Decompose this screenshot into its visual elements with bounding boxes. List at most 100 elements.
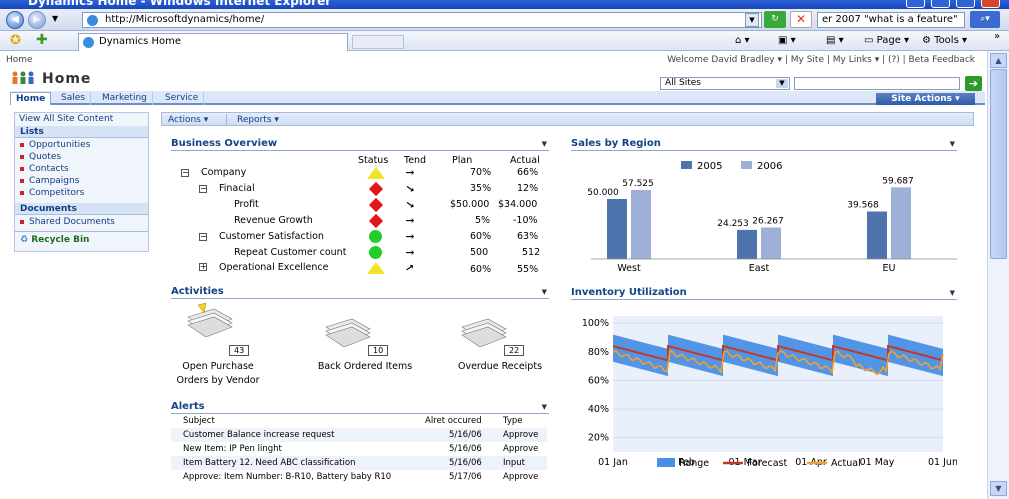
list-item-shared-documents[interactable]: Shared Documents [20, 217, 115, 227]
y-tick-label: 80% [588, 347, 609, 358]
y-tick-label: 20% [588, 433, 609, 444]
page-menu[interactable]: ▭ Page ▾ [864, 35, 909, 46]
collapse-icon[interactable]: − [181, 169, 189, 177]
scroll-up-icon[interactable]: ▲ [990, 53, 1007, 68]
url-field[interactable]: http://Microsoftdynamics/home/ [82, 12, 762, 28]
site-search-input[interactable] [794, 77, 960, 90]
webpart-menu-icon[interactable]: ▼ [542, 401, 547, 413]
view-all-site-content-link[interactable]: View All Site Content [19, 114, 113, 124]
search-go-icon[interactable]: ➔ [965, 76, 982, 91]
add-favorite-icon[interactable]: ✚ [36, 32, 48, 48]
table-row[interactable]: Approve: Item Number: B-R10, Battery bab… [171, 470, 547, 484]
chevron-down-icon[interactable]: ▼ [776, 79, 788, 88]
print-icon[interactable]: ▤ ▾ [826, 35, 844, 46]
alert-type: Approve [503, 472, 539, 482]
table-row[interactable]: Customer Balance increase request 5/16/0… [171, 428, 547, 442]
forward-icon[interactable]: ▶ [28, 11, 46, 29]
kpi-actual: -10% [513, 215, 538, 226]
top-links-row: Home Welcome David Bradley ▾ | My Site |… [0, 51, 987, 68]
minimize-button[interactable] [906, 0, 925, 8]
search-go-icon[interactable]: ⌕▾ [970, 11, 1000, 28]
browser-search-input[interactable]: er 2007 "what is a feature" [817, 12, 965, 28]
sales-by-region-title: Sales by Region ▼ [571, 138, 957, 151]
divider [15, 231, 148, 232]
ie-tab-icon [83, 37, 94, 48]
breadcrumb[interactable]: Home [6, 55, 33, 65]
tab-service[interactable]: Service [160, 92, 205, 105]
webpart-menu-icon[interactable]: ▼ [950, 138, 955, 150]
scroll-thumb[interactable] [990, 69, 1007, 259]
welcome-menu[interactable]: Welcome David Bradley ▾ | My Site | My L… [667, 55, 975, 65]
feeds-icon[interactable]: ▣ ▾ [778, 35, 796, 46]
actions-menu[interactable]: Actions ▾ [168, 114, 208, 126]
close-button[interactable] [981, 0, 1000, 8]
more-commands-icon[interactable]: » [994, 31, 1000, 42]
x-tick-label: East [749, 263, 770, 274]
quick-launch: View All Site Content Lists Opportunitie… [14, 112, 149, 252]
stop-icon[interactable]: ✕ [790, 11, 812, 28]
sharepoint-page: Home Welcome David Bradley ▾ | My Site |… [0, 51, 987, 499]
alert-date: 5/17/06 [449, 472, 482, 482]
data-label: 59.687 [882, 176, 914, 186]
reports-menu[interactable]: Reports ▾ [226, 114, 279, 126]
data-label: 24.253 [717, 219, 749, 229]
list-item-contacts[interactable]: Contacts [20, 164, 69, 174]
url-dropdown-icon[interactable]: ▼ [745, 13, 759, 27]
search-scope-select[interactable]: All Sites ▼ [660, 77, 790, 90]
top-nav-bar: Home Sales Marketing Service [10, 91, 985, 105]
scroll-down-icon[interactable]: ▼ [990, 481, 1007, 496]
list-item-campaigns[interactable]: Campaigns [20, 176, 79, 186]
actual-column-header: Actual [510, 155, 540, 166]
tab-sales[interactable]: Sales [56, 92, 91, 105]
alerts-title: Alerts ▼ [171, 401, 549, 414]
collapse-icon[interactable]: − [199, 185, 207, 193]
webpart-menu-icon[interactable]: ▼ [950, 287, 955, 299]
kpi-label-company: Company [201, 167, 247, 178]
tools-menu[interactable]: ⚙ Tools ▾ [922, 35, 967, 46]
recycle-bin-link[interactable]: ♻ Recycle Bin [20, 235, 89, 245]
refresh-icon[interactable]: ↻ [764, 11, 786, 28]
alert-type: Input [503, 458, 526, 468]
subject-column-header: Subject [183, 416, 215, 426]
bar [607, 199, 627, 259]
trend-flat-icon: ➞ [405, 230, 415, 243]
documents-header[interactable]: Documents [15, 203, 148, 215]
back-icon[interactable]: ◀ [6, 11, 24, 29]
table-row[interactable]: Item Battery 12. Need ABC classification… [171, 456, 547, 470]
list-item-opportunities[interactable]: Opportunities [20, 140, 90, 150]
tab-dynamics-home[interactable]: Dynamics Home [78, 33, 348, 51]
legend-label: Range [679, 458, 709, 469]
list-item-competitors[interactable]: Competitors [20, 188, 84, 198]
webpart-menu-icon[interactable]: ▼ [542, 138, 547, 150]
x-tick-label: 01 May [860, 457, 895, 468]
people-icon [12, 71, 34, 84]
maximize-button[interactable] [956, 0, 975, 8]
list-item-quotes[interactable]: Quotes [20, 152, 61, 162]
count-badge: 22 [504, 345, 525, 356]
warning-triangle-icon [367, 262, 385, 274]
webpart-menu-icon[interactable]: ▼ [542, 286, 547, 298]
alert-subject: New Item: IP Pen linght [183, 444, 282, 454]
table-row[interactable]: New Item: IP Pen linght 5/16/06 Approve [171, 442, 547, 456]
data-label: 57.525 [622, 179, 654, 189]
tab-marketing[interactable]: Marketing [97, 92, 153, 105]
site-actions-button[interactable]: Site Actions ▾ [876, 93, 975, 105]
favorites-star-icon[interactable]: ✪ [10, 33, 21, 48]
home-icon[interactable]: ⌂ ▾ [735, 35, 750, 46]
legend-label: 2006 [757, 161, 782, 172]
tab-home[interactable]: Home [10, 92, 52, 105]
page-scrollbar[interactable]: ▲ ▼ [987, 51, 1009, 499]
expand-icon[interactable]: + [199, 263, 207, 271]
kpi-label-financial: Finacial [219, 183, 255, 194]
business-overview-title: Business Overview ▼ [171, 138, 549, 151]
collapse-icon[interactable]: − [199, 233, 207, 241]
x-tick-label: 01 Jun [928, 457, 957, 468]
history-dropdown-icon[interactable]: ▼ [52, 14, 58, 23]
lists-header[interactable]: Lists [15, 126, 148, 138]
restore-button[interactable] [931, 0, 950, 8]
sales-by-region-chart: 2005 2006 50.00057.525 West 24.253 26.267 East… [587, 161, 957, 274]
data-label: 39.568 [847, 201, 879, 211]
new-tab-button[interactable] [352, 35, 404, 49]
trend-flat-icon: ➞ [405, 246, 415, 259]
kpi-actual: 12% [517, 183, 539, 194]
